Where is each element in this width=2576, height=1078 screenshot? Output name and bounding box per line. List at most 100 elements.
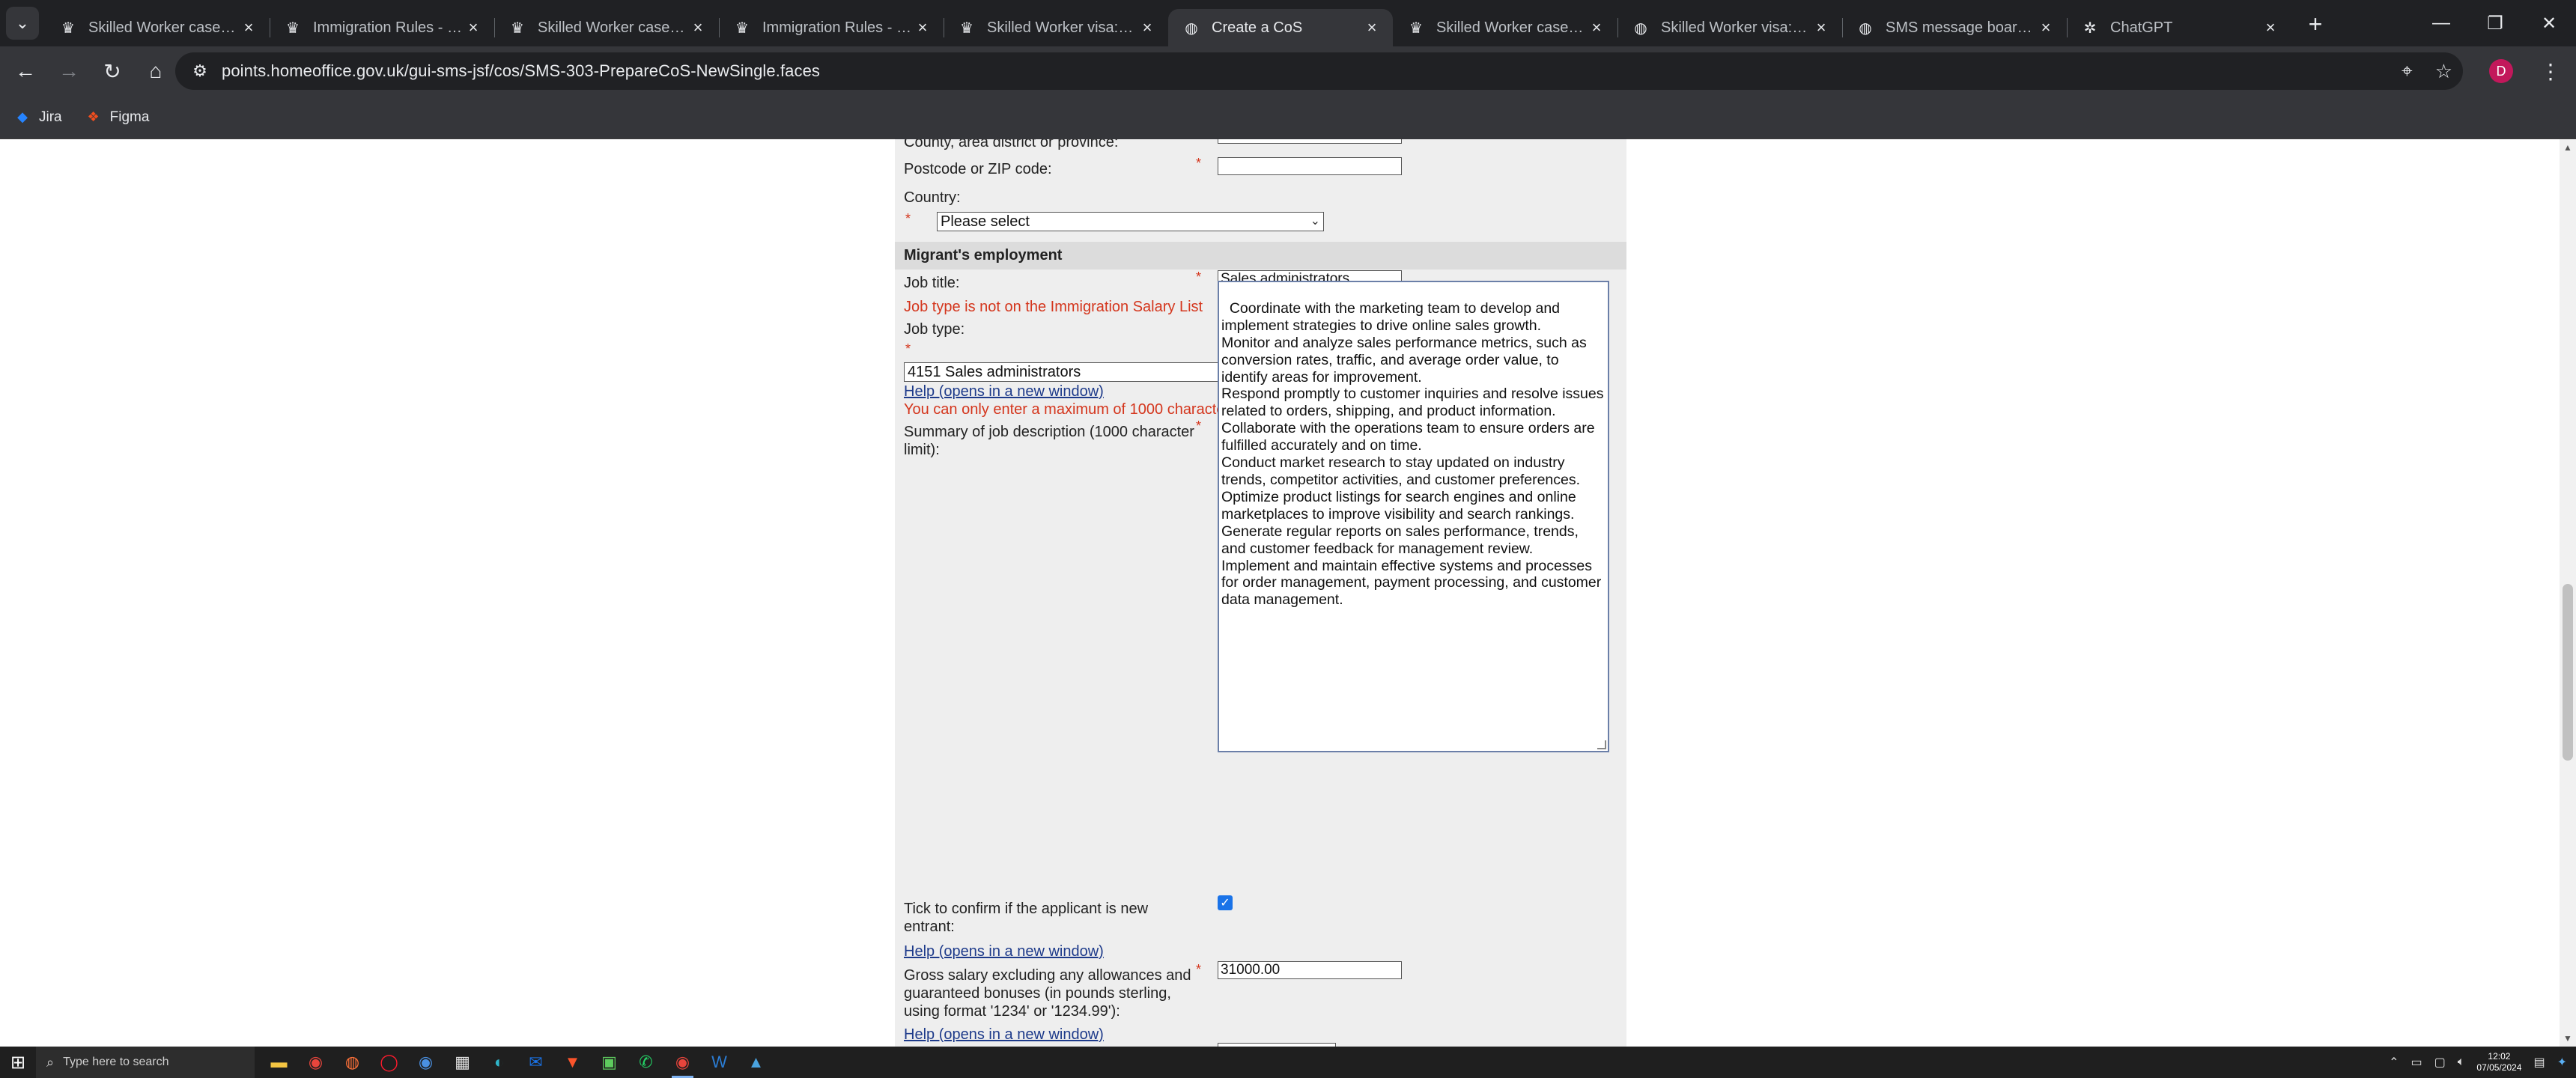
country-select[interactable]: Please select ⌄ (937, 212, 1324, 231)
tab-title: Skilled Worker visa: elig (987, 19, 1137, 36)
job-type-error: Job type is not on the Immigration Salar… (904, 299, 1203, 315)
job-type-help-link[interactable]: Help (opens in a new window) (904, 383, 1104, 401)
clock[interactable]: 12:02 07/05/2024 (2476, 1051, 2521, 1074)
new-entrant-checkbox[interactable]: ✓ (1218, 895, 1233, 910)
volume-icon[interactable]: 🔈︎ (2458, 1056, 2465, 1069)
required-marker: * (1196, 270, 1202, 284)
chevron-down-icon: ⌄ (15, 13, 30, 32)
checkmark-icon: ✓ (1220, 897, 1230, 910)
salary-input[interactable] (1218, 961, 1402, 979)
edge-icon[interactable]: ◐ (481, 1047, 517, 1078)
close-window-icon[interactable]: ✕ (2522, 0, 2576, 46)
summary-textarea[interactable]: Coordinate with the marketing team to de… (1218, 281, 1609, 752)
reload-button[interactable]: ↻ (94, 53, 130, 89)
new-entrant-help-link[interactable]: Help (opens in a new window) (904, 943, 1104, 960)
copilot-icon[interactable]: ✦ (2557, 1055, 2567, 1070)
globe-icon: ◍ (1634, 19, 1647, 37)
clock-time: 12:02 (2488, 1051, 2511, 1062)
network-icon[interactable]: ▭ (2411, 1055, 2422, 1070)
close-icon[interactable]: × (1361, 18, 1382, 37)
chrome-icon[interactable]: ◉ (297, 1047, 334, 1078)
tab-create-a-cos[interactable]: ◍ Create a CoS × (1168, 9, 1393, 46)
word-icon[interactable]: W (701, 1047, 738, 1078)
address-bar-actions: ⌖ ☆ (2402, 52, 2452, 90)
tab-skilled-worker-casework-2[interactable]: ♛ Skilled Worker casework × (494, 9, 719, 46)
home-button[interactable]: ⌂ (138, 53, 174, 89)
home-icon: ⌂ (149, 59, 162, 82)
brave-icon[interactable]: ▼ (554, 1047, 591, 1078)
chevron-up-icon[interactable]: ⌃ (2389, 1055, 2399, 1070)
tab-title: Create a CoS (1212, 19, 1303, 36)
location-pin-icon[interactable]: ⌖ (2402, 59, 2413, 83)
tab-skilled-worker-eligibility[interactable]: ♛ Skilled Worker visa: elig × (944, 9, 1168, 46)
close-icon[interactable]: × (912, 18, 933, 37)
crown-icon: ♛ (286, 19, 300, 37)
whatsapp-icon[interactable]: ✆ (628, 1047, 664, 1078)
windows-icon: ⊞ (10, 1052, 26, 1073)
chevron-down-icon: ⌄ (1310, 215, 1320, 228)
close-icon[interactable]: × (1811, 18, 1832, 37)
url-text[interactable]: points.homeoffice.gov.uk/gui-sms-jsf/cos… (222, 61, 820, 81)
required-marker: * (905, 341, 911, 356)
close-icon[interactable]: × (687, 18, 708, 37)
summary-text: Coordinate with the marketing team to de… (1221, 299, 1604, 609)
opera-icon[interactable]: ◯ (371, 1047, 407, 1078)
store-icon[interactable]: ▣ (591, 1047, 628, 1078)
required-marker: * (1196, 156, 1202, 171)
tab-sms-message-board[interactable]: ◍ SMS message board - a × (1842, 9, 2067, 46)
close-icon[interactable]: × (238, 18, 259, 37)
tab-skilled-worker-casework-3[interactable]: ♛ Skilled Worker casework × (1393, 9, 1617, 46)
resize-grip-icon[interactable] (1597, 740, 1606, 749)
outlook-icon[interactable]: ✉ (517, 1047, 554, 1078)
window-controls: — ❐ ✕ (2414, 0, 2576, 46)
postcode-input[interactable] (1218, 157, 1402, 175)
menu-kebab-icon[interactable]: ⋮ (2540, 59, 2561, 84)
scrollbar-thumb[interactable] (2563, 584, 2573, 761)
bookmark-label: Jira (39, 109, 62, 125)
back-button[interactable]: ← (7, 53, 43, 89)
required-marker: * (1196, 962, 1202, 977)
notifications-icon[interactable]: ▤ (2533, 1055, 2545, 1070)
close-icon[interactable]: × (463, 18, 484, 37)
search-icon: ⌕ (46, 1054, 55, 1070)
tab-immigration-rules-1[interactable]: ♛ Immigration Rules - Imm × (270, 9, 494, 46)
salary-help-link[interactable]: Help (opens in a new window) (904, 1026, 1104, 1044)
crown-icon: ♛ (1409, 19, 1423, 37)
bookmark-star-icon[interactable]: ☆ (2435, 60, 2452, 83)
bookmarks-bar-edge (895, 127, 1626, 139)
close-icon[interactable]: × (1586, 18, 1607, 37)
tab-immigration-rules-2[interactable]: ♛ Immigration Rules - Imm × (719, 9, 944, 46)
start-button[interactable]: ⊞ (0, 1047, 36, 1078)
tab-skilled-worker-new[interactable]: ◍ Skilled Worker visa: new × (1617, 9, 1842, 46)
file-explorer-icon[interactable]: ▬ (261, 1047, 297, 1078)
site-info-icon[interactable]: ⚙ (189, 61, 211, 81)
postcode-label: Postcode or ZIP code: (904, 161, 1052, 177)
taskbar-search[interactable]: ⌕ Type here to search (36, 1047, 255, 1078)
close-icon[interactable]: × (2260, 18, 2281, 37)
address-bar[interactable]: ⚙ points.homeoffice.gov.uk/gui-sms-jsf/c… (175, 52, 2463, 90)
taskbar-apps: ▬ ◉ ◍ ◯ ◉ ▦ ◐ ✉ ▼ ▣ ✆ ◉ W ▲ (261, 1047, 774, 1078)
chrome-profile-icon[interactable]: ◉ (407, 1047, 444, 1078)
bookmark-figma[interactable]: ❖ Figma (85, 109, 150, 127)
scroll-down-icon[interactable]: ▼ (2560, 1033, 2576, 1044)
minimize-icon[interactable]: — (2414, 0, 2468, 46)
monitor-icon[interactable]: ▢ (2434, 1055, 2446, 1070)
tab-search-button[interactable]: ⌄ (6, 7, 39, 40)
tab-skilled-worker-casework-1[interactable]: ♛ Skilled Worker casework × (45, 9, 270, 46)
figma-icon: ❖ (87, 109, 100, 124)
bookmark-jira[interactable]: ◆ Jira (13, 109, 62, 127)
photos-icon[interactable]: ▲ (738, 1047, 774, 1078)
tab-chatgpt[interactable]: ✲ ChatGPT × (2067, 9, 2291, 46)
profile-avatar[interactable]: D (2489, 59, 2513, 83)
calculator-icon[interactable]: ▦ (444, 1047, 481, 1078)
restore-icon[interactable]: ❐ (2468, 0, 2522, 46)
close-icon[interactable]: × (1137, 18, 1158, 37)
page-scrollbar[interactable]: ▲ ▼ (2560, 139, 2576, 1047)
new-tab-button[interactable]: + (2299, 7, 2332, 40)
close-icon[interactable]: × (2035, 18, 2056, 37)
firefox-icon[interactable]: ◍ (334, 1047, 371, 1078)
scroll-up-icon[interactable]: ▲ (2560, 142, 2576, 153)
chrome-active-icon[interactable]: ◉ (664, 1047, 701, 1078)
forward-button[interactable]: → (51, 53, 87, 89)
tab-title: ChatGPT (2110, 19, 2173, 36)
